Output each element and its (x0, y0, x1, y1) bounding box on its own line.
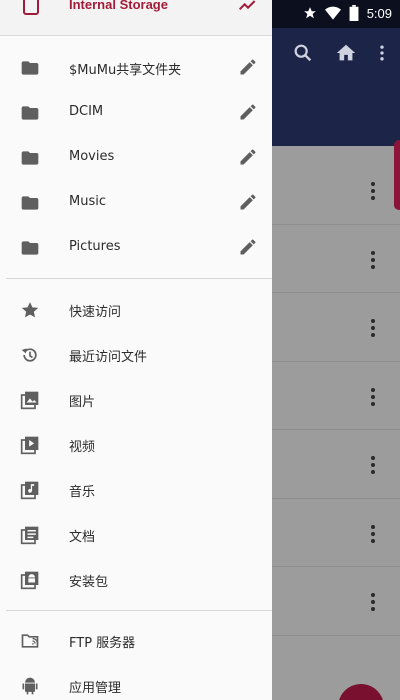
nav-item-videos[interactable]: 视频 (0, 423, 272, 468)
more-options-icon[interactable] (370, 319, 376, 339)
list-item[interactable] (272, 499, 400, 567)
nav-label: 安装包 (69, 575, 109, 590)
nav-label: 视频 (69, 440, 96, 455)
history-icon (21, 348, 37, 362)
more-options-icon[interactable] (370, 524, 376, 545)
folder-label: Movies (69, 149, 115, 164)
category-list: 快速访问 最近访问文件 图片 视频 音乐 文档 安装包 (0, 288, 272, 603)
edit-icon[interactable] (238, 192, 258, 212)
divider (6, 610, 272, 611)
storage-title: Internal Storage (69, 0, 168, 12)
list-item[interactable] (272, 156, 400, 225)
nav-label: 音乐 (69, 485, 96, 500)
wifi-icon (324, 6, 341, 20)
folder-label: DCIM (69, 104, 104, 119)
phone-icon (23, 0, 39, 15)
folder-item-pictures[interactable]: Pictures (0, 226, 272, 271)
folder-item-movies[interactable]: Movies (0, 136, 272, 181)
music-icon (20, 481, 39, 500)
edit-icon[interactable] (238, 147, 258, 167)
list-item[interactable] (272, 430, 400, 499)
nav-label: 快速访问 (69, 305, 122, 320)
nav-item-quick-access[interactable]: 快速访问 (0, 288, 272, 333)
more-options-icon[interactable] (370, 250, 376, 271)
status-icons: 5:09 (303, 5, 392, 21)
nav-item-app-manager[interactable]: 应用管理 (0, 664, 272, 700)
nav-item-music[interactable]: 音乐 (0, 468, 272, 513)
divider (6, 278, 272, 279)
folder-icon (21, 106, 39, 120)
search-icon[interactable] (292, 42, 314, 64)
more-options-icon[interactable] (370, 182, 376, 202)
nav-item-ftp-server[interactable]: FTP 服务器 (0, 619, 272, 664)
list-item[interactable] (272, 567, 400, 636)
folder-icon (21, 241, 39, 255)
apk-icon (20, 571, 39, 590)
nav-item-apks[interactable]: 安装包 (0, 558, 272, 603)
list-item[interactable] (272, 362, 400, 430)
folder-icon (21, 151, 39, 165)
folder-item-dcim[interactable]: DCIM (0, 91, 272, 136)
ftp-folder-icon (21, 634, 39, 648)
edit-icon[interactable] (238, 57, 258, 77)
list-item[interactable] (272, 293, 400, 362)
folder-label: $MuMu共享文件夹 (69, 63, 182, 78)
more-options-icon[interactable] (370, 387, 376, 408)
more-options-icon[interactable] (370, 456, 376, 476)
folder-label: Pictures (69, 239, 121, 254)
nav-label: FTP 服务器 (69, 636, 136, 651)
folder-icon (21, 196, 39, 210)
nav-item-images[interactable]: 图片 (0, 378, 272, 423)
star-icon (21, 302, 39, 318)
tools-list: FTP 服务器 应用管理 (0, 619, 272, 700)
fab-button[interactable] (338, 684, 384, 700)
nav-item-documents[interactable]: 文档 (0, 513, 272, 558)
drawer-header[interactable]: Internal Storage (0, 0, 272, 36)
folder-item-mumu[interactable]: $MuMu共享文件夹 (0, 46, 272, 91)
battery-icon (349, 5, 359, 21)
more-options-icon[interactable] (370, 593, 376, 613)
nav-label: 最近访问文件 (69, 350, 148, 365)
trending-icon[interactable] (238, 0, 258, 16)
star-icon (303, 7, 316, 19)
navigation-drawer: Internal Storage $MuMu共享文件夹 DCIM Movies … (0, 0, 272, 700)
image-icon (20, 391, 39, 410)
file-list (272, 156, 400, 636)
list-item[interactable] (272, 225, 400, 293)
edit-icon[interactable] (238, 102, 258, 122)
document-icon (20, 526, 39, 545)
video-icon (20, 436, 39, 455)
folder-label: Music (69, 194, 106, 209)
android-icon (22, 677, 38, 695)
status-time: 5:09 (366, 5, 392, 21)
folder-icon (21, 61, 39, 75)
nav-label: 应用管理 (69, 681, 122, 696)
nav-label: 图片 (69, 395, 96, 410)
home-icon[interactable] (335, 42, 357, 64)
overflow-menu-icon[interactable] (372, 42, 392, 64)
storage-folders: $MuMu共享文件夹 DCIM Movies Music Pictures (0, 46, 272, 271)
nav-item-recent-files[interactable]: 最近访问文件 (0, 333, 272, 378)
nav-label: 文档 (69, 530, 96, 545)
folder-item-music[interactable]: Music (0, 181, 272, 226)
edit-icon[interactable] (238, 237, 258, 257)
